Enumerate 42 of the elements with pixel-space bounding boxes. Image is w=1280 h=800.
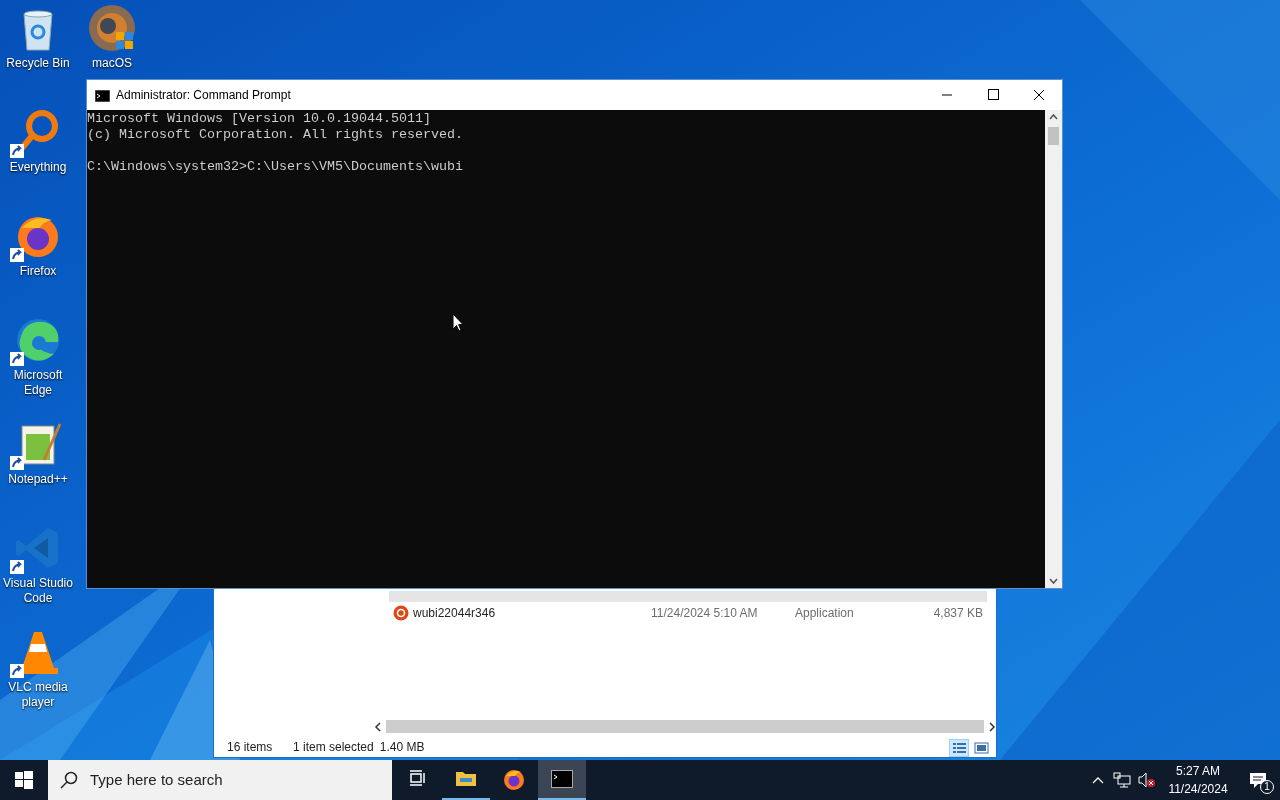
clock-time[interactable]: 5:27 AM <box>1176 762 1220 780</box>
desktop-icon-label[interactable]: VLC media player <box>0 680 76 710</box>
close-icon <box>1032 89 1046 101</box>
file-date: 11/24/2024 5:10 AM <box>651 605 759 622</box>
status-text: 1 item selected <box>293 739 374 756</box>
desktop-icon-label[interactable]: macOS <box>92 56 132 71</box>
clock-date[interactable]: 11/24/2024 <box>1168 780 1228 798</box>
command-prompt-button[interactable] <box>538 760 586 800</box>
details-view-button[interactable] <box>949 739 969 757</box>
disc-icon[interactable] <box>88 4 136 52</box>
console-line: Microsoft Windows [Version 10.0.19044.5011] <box>87 111 432 127</box>
command-prompt-icon <box>551 768 573 790</box>
file-type: Application <box>795 605 855 622</box>
ubuntu-icon <box>393 605 409 621</box>
mouse-cursor-icon <box>452 313 464 332</box>
search-field[interactable]: Type here to search <box>88 767 368 793</box>
file-name: wubi22044r346 <box>413 605 496 622</box>
edge-icon[interactable] <box>14 316 62 364</box>
windows-logo-icon <box>15 771 33 789</box>
chevron-up-icon <box>1092 776 1104 784</box>
desktop-icon-label[interactable]: Firefox <box>19 264 57 279</box>
search-box[interactable]: Type here to search <box>48 760 392 800</box>
file-row[interactable]: wubi22044r346 11/24/2024 5:10 AM Application 4,837 KB <box>389 603 987 623</box>
large-buttons-view-icon[interactable] <box>971 739 991 757</box>
horizontal-scrollbar[interactable] <box>386 720 984 733</box>
console-line: C:\Windows\system32>C:\Users\VM5\Documents\wubi <box>87 159 464 175</box>
desktop-icon-label[interactable]: Recycle Bin <box>6 56 70 71</box>
notifications-button[interactable]: 1 <box>1236 760 1280 800</box>
search-icon <box>60 771 78 789</box>
status-text: 1.40 MB <box>379 739 425 756</box>
desktop-icon-label[interactable]: Everything <box>9 160 67 175</box>
desktop-icon-label[interactable]: Notepad++ <box>8 472 68 487</box>
vertical-scrollbar[interactable] <box>1045 110 1062 588</box>
firefox-icon <box>503 769 525 791</box>
status-text: 16 items <box>227 739 274 756</box>
desktop-icon-label[interactable]: Visual Studio Code <box>0 576 76 606</box>
maximize-icon <box>986 89 1000 101</box>
notification-count-badge: 1 <box>1260 780 1274 794</box>
console-line: (c) Microsoft Corporation. All rights reserved. <box>87 127 464 143</box>
desktop-icon-label[interactable]: Microsoft Edge <box>0 368 76 398</box>
window-title: Administrator: Command Prompt <box>116 87 292 104</box>
file-size: 4,837 KB <box>932 605 983 622</box>
